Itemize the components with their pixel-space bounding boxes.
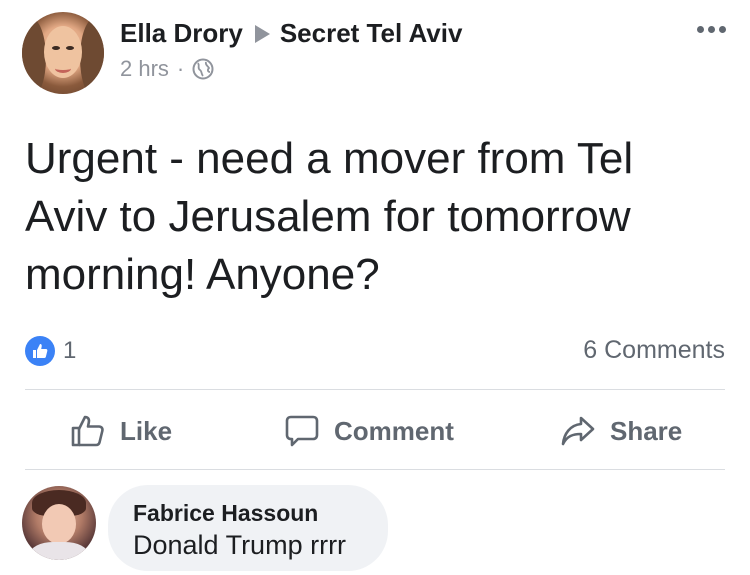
post-timestamp[interactable]: 2 hrs	[120, 56, 169, 82]
comment-text: Donald Trump rrrr	[133, 530, 347, 560]
group-name[interactable]: Secret Tel Aviv	[280, 18, 463, 49]
speech-bubble-icon	[285, 415, 319, 447]
share-label: Share	[610, 415, 683, 446]
post-header: Ella Drory Secret Tel Aviv	[120, 18, 462, 49]
commenter-name[interactable]: Fabrice Hassoun	[133, 500, 318, 527]
comment-button[interactable]: Comment	[284, 410, 454, 452]
globe-icon	[192, 58, 214, 80]
commenter-avatar[interactable]	[22, 486, 96, 560]
post-text: Urgent - need a mover from Tel Aviv to J…	[25, 134, 634, 299]
comment-label: Comment	[334, 415, 454, 446]
divider	[25, 469, 725, 470]
meta-separator: ·	[176, 56, 185, 81]
share-button[interactable]: Share	[560, 410, 682, 452]
author-avatar[interactable]	[22, 12, 104, 94]
like-count[interactable]: 1	[63, 336, 76, 366]
share-arrow-icon	[561, 416, 595, 446]
comments-count[interactable]: 6 Comments	[583, 335, 725, 365]
like-reaction-icon[interactable]	[25, 336, 55, 366]
more-options-icon[interactable]	[697, 26, 726, 33]
right-arrow-icon	[254, 24, 270, 43]
post-meta: 2 hrs ·	[120, 56, 214, 82]
like-button[interactable]: Like	[70, 410, 172, 452]
divider	[25, 389, 725, 390]
author-name[interactable]: Ella Drory	[120, 18, 243, 49]
thumbs-up-icon	[71, 415, 104, 447]
like-label: Like	[120, 415, 173, 446]
